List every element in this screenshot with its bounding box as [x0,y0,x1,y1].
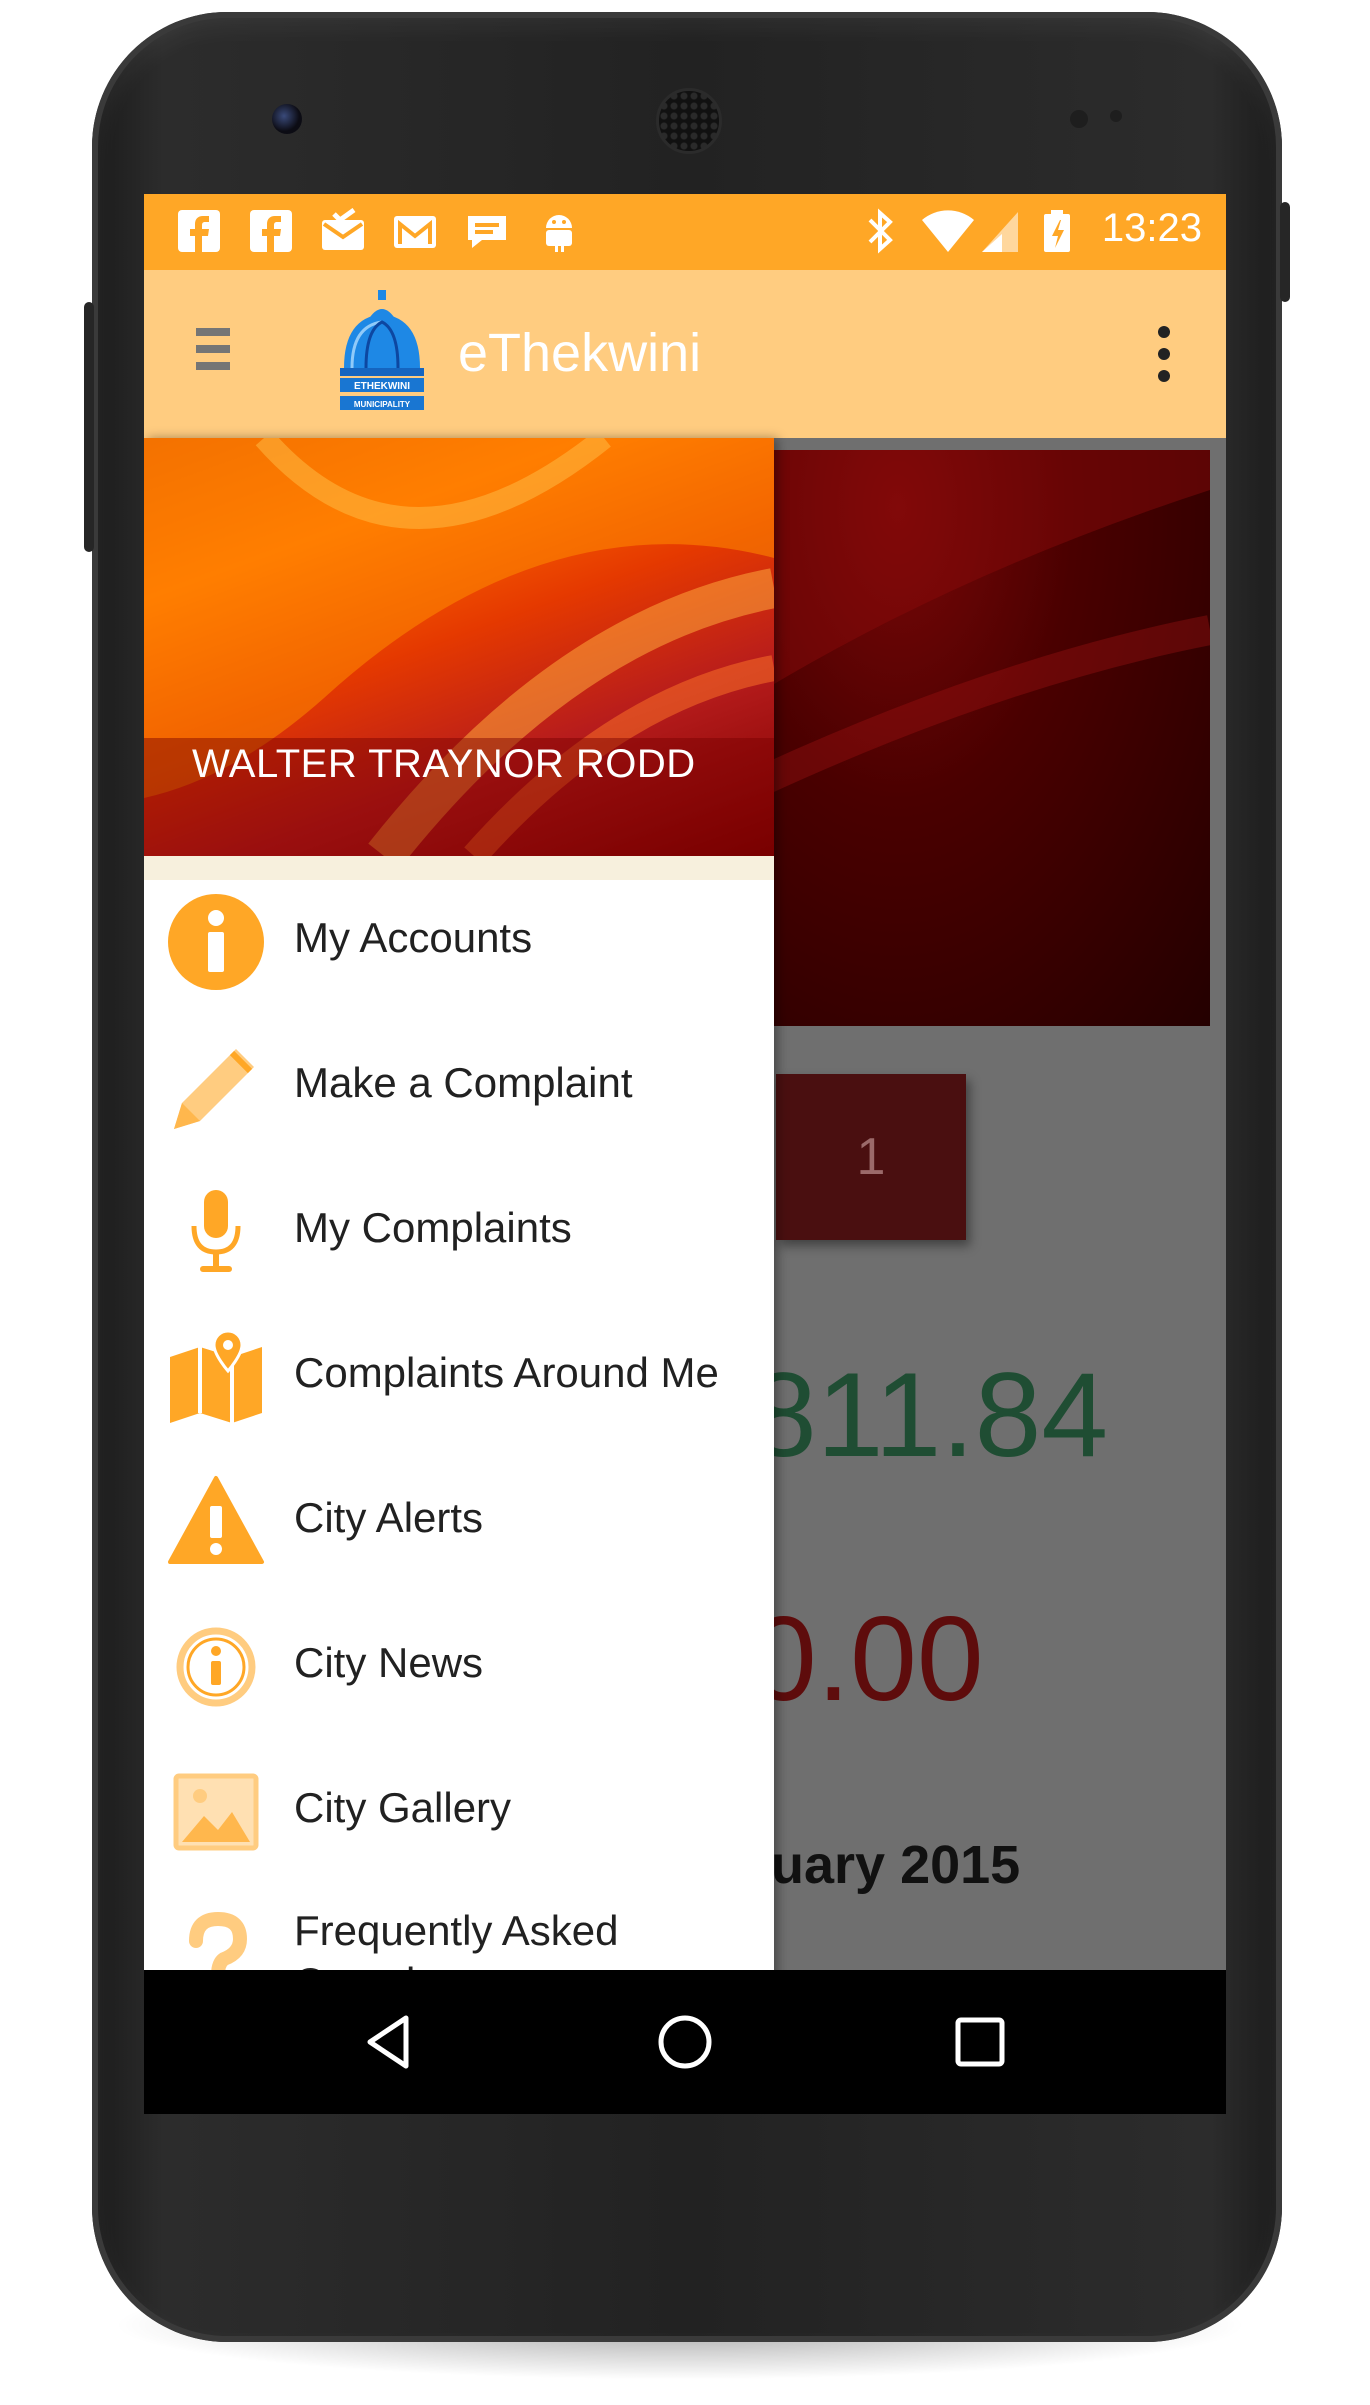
menu-icon[interactable] [196,328,230,378]
menu-item-city-gallery[interactable]: City Gallery [144,1740,774,1885]
drawer-user-name: WALTER TRAYNOR RODD [192,742,696,786]
warning-icon [168,1476,264,1564]
menu-item-complaints-around-me[interactable]: Complaints Around Me [144,1305,774,1450]
account-card: DD [764,450,1210,1026]
earpiece-speaker [656,88,722,154]
proximity-sensor [1070,110,1088,128]
status-time: 13:23 [1101,206,1202,250]
overflow-menu-icon[interactable] [1158,326,1172,382]
signal-icon [982,212,1018,252]
back-icon[interactable] [360,2012,420,2072]
bluetooth-icon [868,208,893,254]
home-icon[interactable] [655,2012,715,2072]
menu-item-make-complaint[interactable]: Make a Complaint [144,1015,774,1160]
menu-item-city-alerts[interactable]: City Alerts [144,1450,774,1595]
menu-item-label: Make a Complaint [294,1059,633,1106]
device-screen: 13:23 ETHEKWINI MUNICIPALITY eThekwini D… [144,194,1226,2114]
svg-text:ETHEKWINI: ETHEKWINI [354,381,410,392]
navigation-drawer: WALTER TRAYNOR RODD My Accounts Make a C… [144,438,774,2114]
pencil-icon [174,1049,254,1129]
facebook-icon [250,210,292,252]
microphone-icon [191,1190,241,1272]
facebook-icon [178,210,220,252]
power-button [1280,202,1290,302]
recents-icon[interactable] [950,2012,1010,2072]
account-number-box: 1 [776,1074,966,1240]
menu-item-label: City News [294,1639,484,1686]
volume-button [84,302,94,552]
menu-item-my-accounts[interactable]: My Accounts [144,870,774,1015]
menu-item-label: City Alerts [294,1494,484,1541]
balance-amount: 811.84 [750,1348,1109,1482]
app-title: eThekwini [458,323,702,383]
menu-item-my-complaints[interactable]: My Complaints [144,1160,774,1305]
menu-item-label: My Complaints [294,1204,572,1251]
info-icon [168,894,264,990]
menu-item-label: City Gallery [294,1784,512,1831]
info-outline-icon [176,1627,256,1707]
app-bar: ETHEKWINI MUNICIPALITY eThekwini [144,270,1226,438]
drawer-header: WALTER TRAYNOR RODD [144,438,774,856]
gmail-icon [394,216,436,248]
front-camera [272,104,302,134]
wifi-icon [922,210,974,252]
due-amount: 0.00 [750,1592,984,1726]
chat-bubble-icon [468,216,506,248]
header-background-swoosh [144,438,774,856]
light-sensor [1110,110,1122,122]
android-icon [546,215,572,252]
system-nav-bar [144,1970,1226,2114]
menu-item-label: My Accounts [294,914,533,961]
statement-date: ruary 2015 [750,1835,1021,1895]
svg-text:MUNICIPALITY: MUNICIPALITY [354,400,411,409]
card-background-swoosh [764,450,1210,794]
map-pin-icon [170,1329,262,1423]
mail-check-icon [322,208,364,250]
menu-item-label: Complaints Around Me [294,1349,719,1396]
image-icon [173,1773,259,1851]
status-bar: 13:23 [144,194,1226,270]
ethekwini-logo: ETHEKWINI MUNICIPALITY [340,290,424,410]
battery-charging-icon [1044,210,1070,252]
menu-item-city-news[interactable]: City News [144,1595,774,1740]
